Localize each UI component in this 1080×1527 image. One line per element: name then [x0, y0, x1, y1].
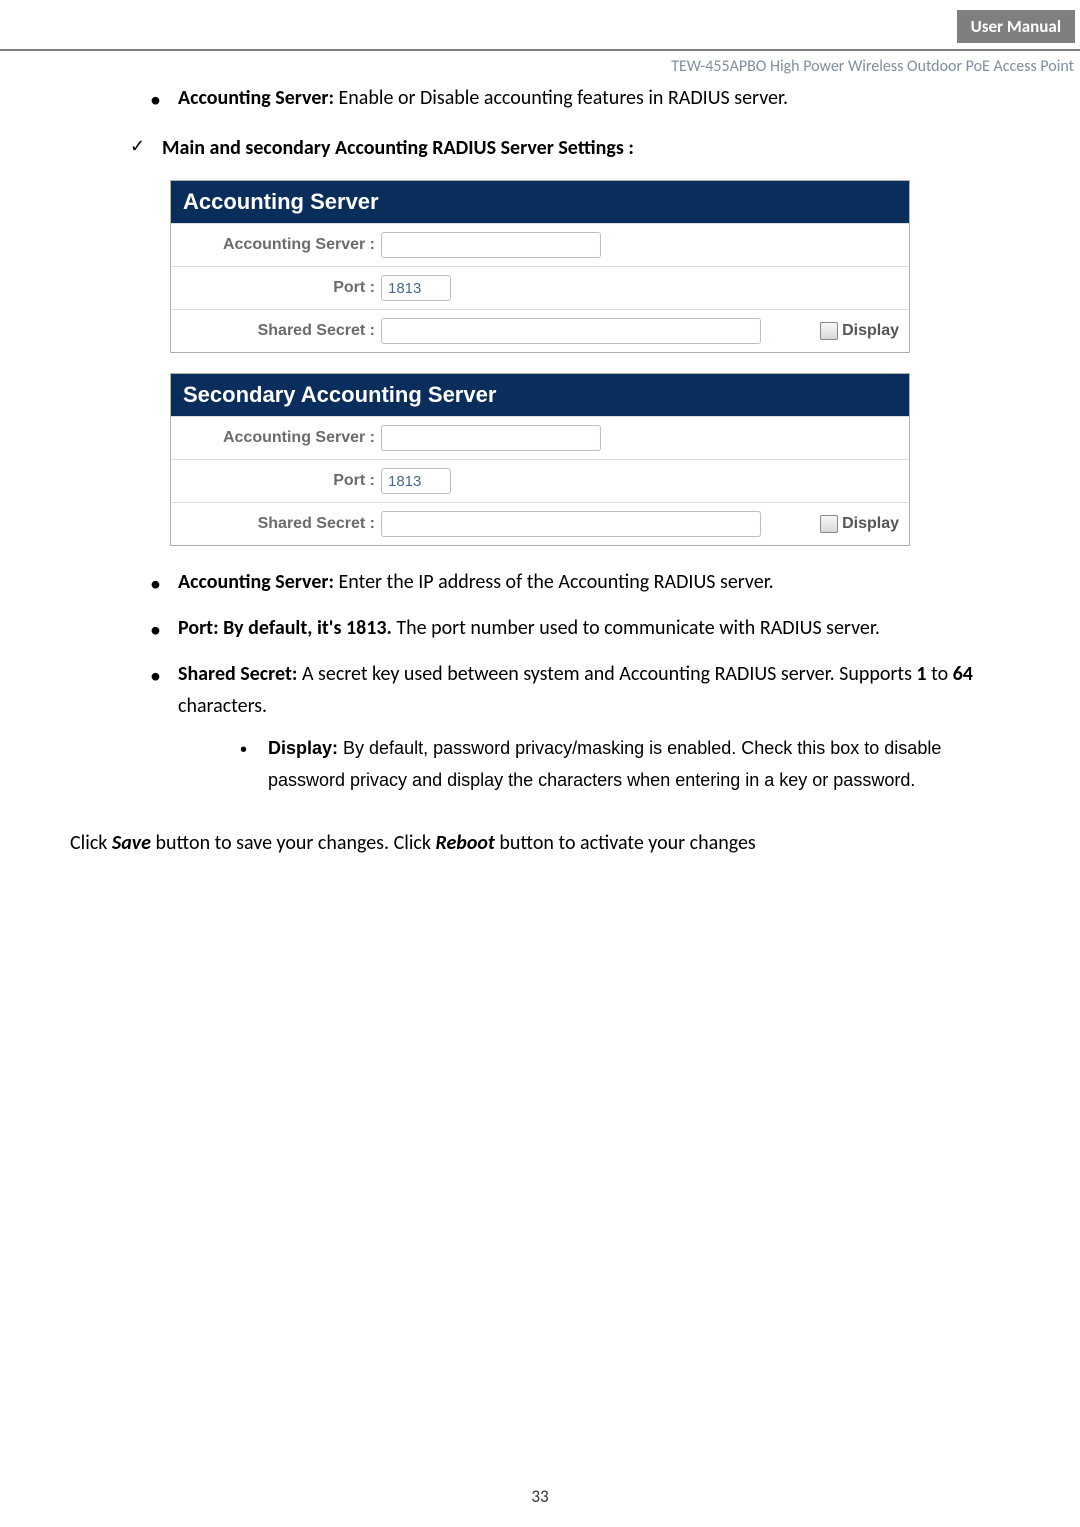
desc-text: to [927, 662, 953, 686]
label-shared-secret: Shared Secret : [181, 322, 381, 340]
intro-bullet: Accounting Server: Enable or Disable acc… [150, 82, 1010, 114]
label-port: Port : [181, 279, 381, 297]
closing-span: button to activate your changes [495, 831, 756, 855]
panel-title: Accounting Server [171, 181, 909, 223]
label-port: Port : [181, 472, 381, 490]
user-manual-badge: User Manual [957, 10, 1075, 43]
checkbox-display[interactable] [820, 515, 838, 533]
desc-accounting-server: Accounting Server: Enter the IP address … [150, 566, 1010, 598]
desc-sub-label: Display: [268, 738, 338, 758]
row-accounting-server: Accounting Server : [171, 223, 909, 266]
desc-display: Display: By default, password privacy/ma… [240, 732, 1010, 797]
desc-shared-secret: Shared Secret: A secret key used between… [150, 658, 1010, 797]
desc-text: A secret key used between system and Acc… [297, 662, 916, 686]
desc-text: characters. [178, 694, 267, 718]
desc-sub-text: By default, password privacy/masking is … [268, 738, 941, 790]
label-display: Display [842, 322, 899, 340]
input-port[interactable] [381, 468, 451, 494]
label-accounting-server: Accounting Server : [181, 429, 381, 447]
page-number: 33 [0, 1486, 1080, 1507]
row-port: Port : [171, 266, 909, 309]
intro-bullet-text: Enable or Disable accounting features in… [334, 86, 788, 110]
input-shared-secret[interactable] [381, 511, 761, 537]
label-display: Display [842, 515, 899, 533]
closing-span: Click [70, 831, 112, 855]
row-shared-secret: Shared Secret : Display [171, 502, 909, 545]
input-shared-secret[interactable] [381, 318, 761, 344]
accounting-server-panel: Accounting Server Accounting Server : Po… [170, 180, 910, 353]
desc-bold: 64 [953, 662, 973, 686]
secondary-accounting-server-panel: Secondary Accounting Server Accounting S… [170, 373, 910, 546]
desc-label: Accounting Server: [178, 570, 334, 594]
intro-bullet-label: Accounting Server: [178, 86, 334, 110]
desc-text: Enter the IP address of the Accounting R… [334, 570, 774, 594]
desc-label: Shared Secret: [178, 662, 297, 686]
closing-span: button to save your changes. Click [151, 831, 435, 855]
section-heading: Main and secondary Accounting RADIUS Ser… [128, 132, 1010, 164]
desc-text: The port number used to communicate with… [392, 616, 880, 640]
label-shared-secret: Shared Secret : [181, 515, 381, 533]
closing-text: Click Save button to save your changes. … [70, 827, 1010, 859]
panel-title: Secondary Accounting Server [171, 374, 909, 416]
save-keyword: Save [112, 831, 151, 855]
input-port[interactable] [381, 275, 451, 301]
reboot-keyword: Reboot [435, 831, 494, 855]
checkbox-display[interactable] [820, 322, 838, 340]
row-port: Port : [171, 459, 909, 502]
product-subtitle: TEW-455APBO High Power Wireless Outdoor … [0, 57, 1074, 76]
desc-label: Port: By default, it's 1813. [178, 616, 392, 640]
input-accounting-server[interactable] [381, 425, 601, 451]
desc-port: Port: By default, it's 1813. The port nu… [150, 612, 1010, 644]
label-accounting-server: Accounting Server : [181, 236, 381, 254]
row-shared-secret: Shared Secret : Display [171, 309, 909, 352]
desc-bold: 1 [916, 662, 926, 686]
row-accounting-server: Accounting Server : [171, 416, 909, 459]
input-accounting-server[interactable] [381, 232, 601, 258]
